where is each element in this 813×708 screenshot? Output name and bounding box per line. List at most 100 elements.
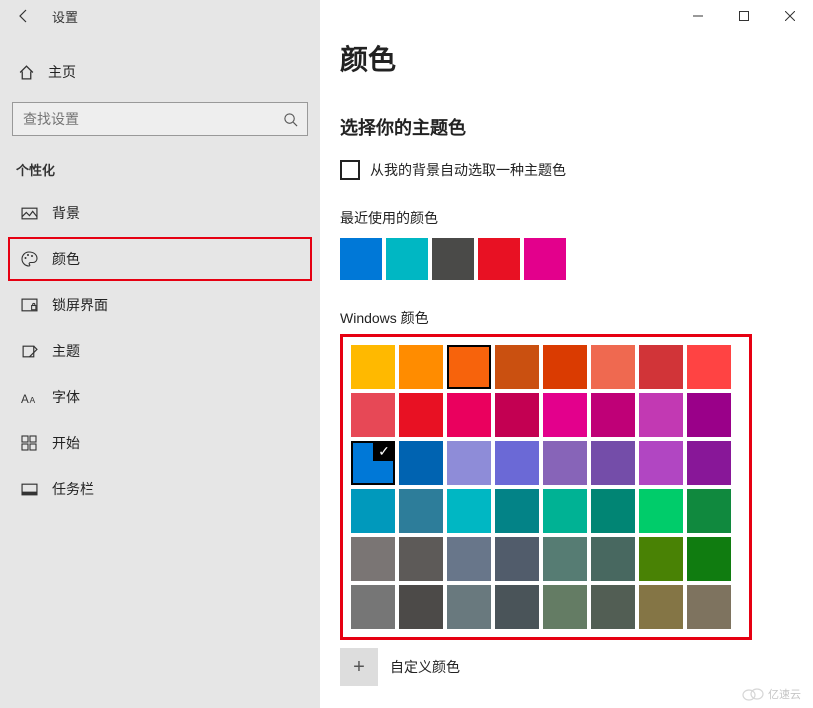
color-swatch[interactable] [639,441,683,485]
image-icon [18,205,40,222]
search-box[interactable] [12,102,308,136]
nav-label: 字体 [52,387,80,407]
nav-item-start[interactable]: 开始 [8,421,312,465]
recent-color-swatch[interactable] [524,238,566,280]
nav-label: 开始 [52,433,80,453]
search-icon[interactable] [273,102,307,136]
color-swatch[interactable] [543,489,587,533]
checkbox-box[interactable] [340,160,360,180]
custom-color-label: 自定义颜色 [390,657,460,677]
home-icon [16,64,36,81]
color-swatch[interactable] [687,345,731,389]
theme-icon [18,343,40,360]
color-swatch[interactable] [543,441,587,485]
color-swatch[interactable] [687,393,731,437]
color-swatch[interactable] [447,585,491,629]
color-swatch[interactable] [591,441,635,485]
home-link[interactable]: 主页 [0,50,320,94]
color-swatch[interactable] [351,393,395,437]
nav-item-lockscreen[interactable]: 锁屏界面 [8,283,312,327]
back-button[interactable] [4,0,44,32]
maximize-button[interactable] [721,0,767,32]
page-title: 颜色 [340,38,813,78]
color-swatch[interactable] [447,393,491,437]
color-swatch[interactable] [495,489,539,533]
titlebar: 设置 [0,0,320,32]
nav-item-fonts[interactable]: AA 字体 [8,375,312,419]
watermark: 亿速云 [742,686,801,702]
color-swatch[interactable] [351,537,395,581]
section-title: 个性化 [0,136,320,191]
windows-colors-label: Windows 颜色 [340,308,813,328]
color-swatch[interactable] [687,489,731,533]
color-swatch[interactable] [543,393,587,437]
color-swatch[interactable] [495,441,539,485]
color-swatch[interactable] [591,345,635,389]
home-label: 主页 [48,62,76,82]
minimize-button[interactable] [675,0,721,32]
custom-color-row[interactable]: + 自定义颜色 [340,648,813,686]
color-swatch[interactable] [591,585,635,629]
color-swatch[interactable] [687,441,731,485]
recent-color-swatch[interactable] [340,238,382,280]
color-swatch[interactable] [399,585,443,629]
nav-label: 主题 [52,341,80,361]
color-swatch[interactable] [399,393,443,437]
nav-item-background[interactable]: 背景 [8,191,312,235]
color-swatch[interactable] [639,345,683,389]
color-swatch[interactable] [543,537,587,581]
svg-text:A: A [29,394,35,404]
recent-colors [340,238,813,280]
color-swatch[interactable] [399,441,443,485]
recent-color-swatch[interactable] [432,238,474,280]
color-swatch[interactable] [447,489,491,533]
search-input[interactable] [13,111,273,127]
nav-item-colors[interactable]: 颜色 [8,237,312,281]
color-swatch[interactable] [495,393,539,437]
color-swatch[interactable] [495,537,539,581]
recent-color-swatch[interactable] [386,238,428,280]
color-swatch[interactable] [351,585,395,629]
color-swatch[interactable] [351,489,395,533]
auto-color-checkbox[interactable]: 从我的背景自动选取一种主题色 [340,160,813,180]
color-swatch[interactable] [447,537,491,581]
color-swatch[interactable] [591,489,635,533]
color-swatch[interactable] [639,585,683,629]
color-swatch[interactable] [447,345,491,389]
main-content: 颜色 选择你的主题色 从我的背景自动选取一种主题色 最近使用的颜色 Window… [320,0,813,708]
plus-icon[interactable]: + [340,648,378,686]
color-swatch[interactable] [447,441,491,485]
color-swatch[interactable] [687,537,731,581]
nav-list: 背景 颜色 锁屏界面 主题 [0,191,320,511]
nav-label: 背景 [52,203,80,223]
palette-icon [18,250,40,268]
color-swatch[interactable] [687,585,731,629]
sidebar: 设置 主页 个性化 背景 [0,0,320,708]
color-swatch[interactable] [639,489,683,533]
checkmark-icon: ✓ [373,441,395,461]
color-swatch[interactable] [543,585,587,629]
nav-item-taskbar[interactable]: 任务栏 [8,467,312,511]
nav-item-themes[interactable]: 主题 [8,329,312,373]
lockscreen-icon [18,297,40,314]
color-swatch[interactable] [639,537,683,581]
color-swatch[interactable] [591,393,635,437]
color-swatch[interactable] [399,537,443,581]
windows-colors-highlight: ✓ [340,334,752,640]
color-swatch[interactable] [591,537,635,581]
color-swatch[interactable] [495,345,539,389]
start-icon [18,435,40,451]
color-swatch[interactable] [399,345,443,389]
color-swatch[interactable] [495,585,539,629]
color-swatch[interactable] [639,393,683,437]
color-swatch[interactable]: ✓ [351,441,395,485]
color-swatch[interactable] [351,345,395,389]
svg-text:A: A [21,392,29,405]
recent-color-swatch[interactable] [478,238,520,280]
window-title: 设置 [52,7,78,26]
color-swatch[interactable] [543,345,587,389]
recent-label: 最近使用的颜色 [340,208,813,228]
color-swatch[interactable] [399,489,443,533]
close-button[interactable] [767,0,813,32]
window-controls [675,0,813,32]
